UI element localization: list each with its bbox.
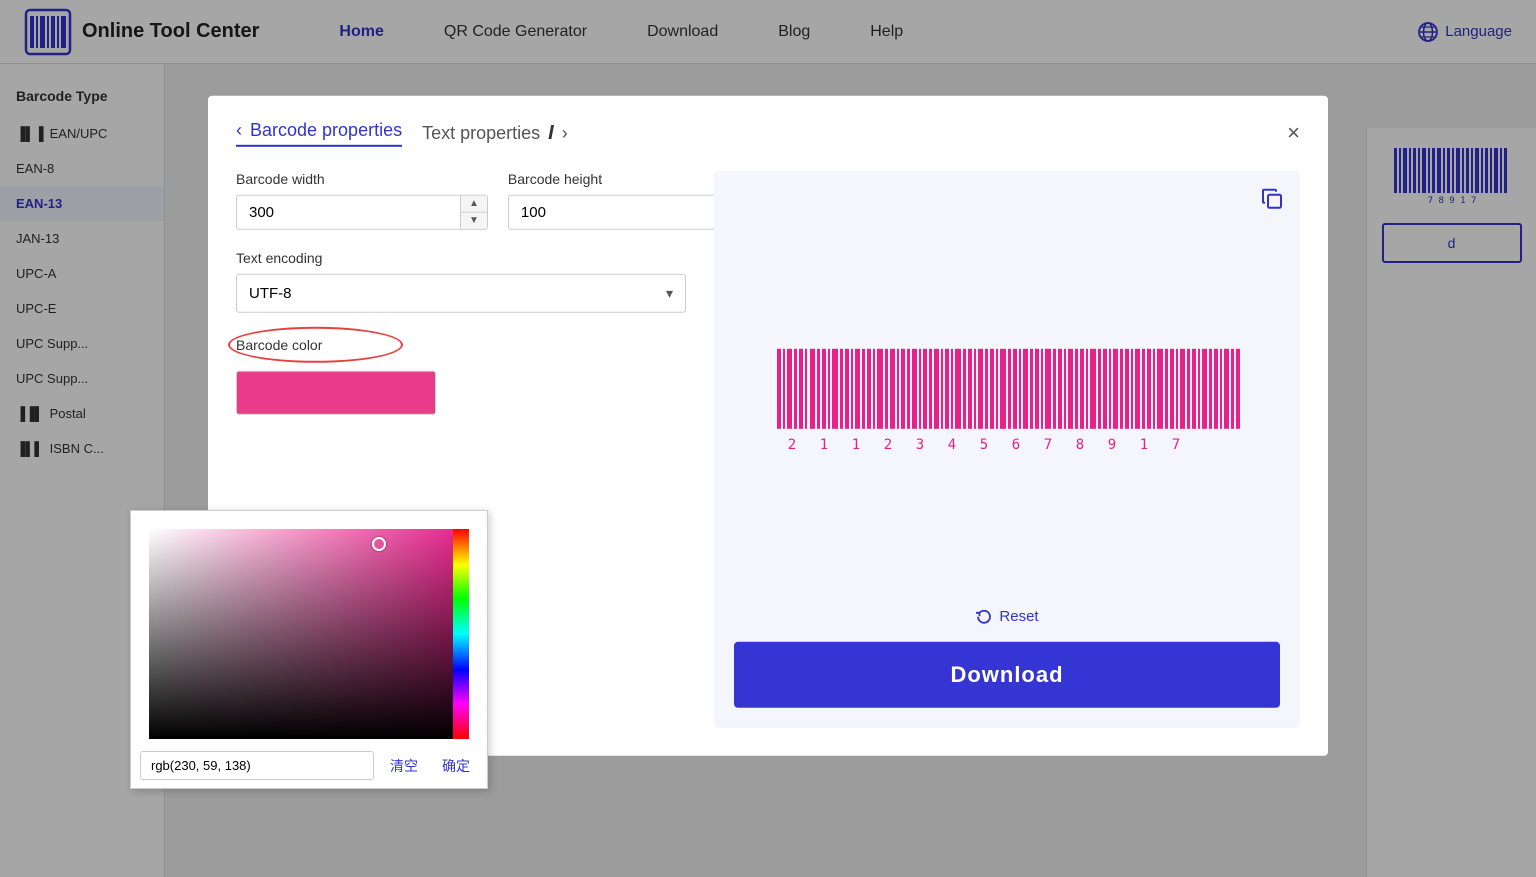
modal-preview-panel: 2 1 1 2 3 4 5 6 7 8 9 1 7 [714, 170, 1300, 727]
text-encoding-select-wrapper: UTF-8 ASCII ISO-8859-1 ▾ [236, 273, 686, 312]
barcode-width-spinner-btns: ▲ ▼ [460, 195, 487, 228]
cursor-icon: I [548, 121, 554, 144]
text-encoding-select[interactable]: UTF-8 ASCII ISO-8859-1 [237, 274, 654, 311]
svg-text:9: 9 [1108, 437, 1116, 453]
barcode-width-group: Barcode width 300 ▲ ▼ [236, 170, 488, 229]
svg-text:2: 2 [884, 437, 892, 453]
svg-text:7: 7 [1044, 437, 1052, 453]
svg-text:1: 1 [820, 437, 828, 453]
svg-text:5: 5 [980, 437, 988, 453]
reset-icon [975, 607, 993, 625]
svg-text:1: 1 [852, 437, 860, 453]
barcode-color-label: Barcode color [236, 336, 322, 352]
barcode-height-input[interactable]: 100 [509, 195, 732, 228]
barcode-svg-wrap: 2 1 1 2 3 4 5 6 7 8 9 1 7 [734, 324, 1280, 474]
svg-text:2: 2 [788, 437, 796, 453]
color-picker-canvas[interactable] [149, 529, 469, 739]
text-encoding-label: Text encoding [236, 249, 686, 265]
barcode-color-group: Barcode color [236, 332, 686, 358]
copy-icon[interactable] [1260, 186, 1284, 216]
svg-text:3: 3 [916, 437, 924, 453]
color-picker-footer: rgb(230, 59, 138) 清空 确定 [131, 745, 487, 788]
color-picker-popup: rgb(230, 59, 138) 清空 确定 [130, 510, 488, 789]
svg-text:7: 7 [1172, 437, 1180, 453]
color-picker-dot [372, 537, 386, 551]
barcode-width-up-button[interactable]: ▲ [461, 195, 487, 212]
barcode-width-input[interactable]: 300 [237, 195, 460, 228]
svg-text:8: 8 [1076, 437, 1084, 453]
modal-close-button[interactable]: × [1287, 119, 1300, 145]
barcode-width-label: Barcode width [236, 170, 488, 186]
form-row-dimensions: Barcode width 300 ▲ ▼ Barcode height 100 [236, 170, 686, 229]
svg-text:4: 4 [948, 437, 956, 453]
barcode-svg: 2 1 1 2 3 4 5 6 7 8 9 1 7 [767, 344, 1247, 454]
barcode-preview: 2 1 1 2 3 4 5 6 7 8 9 1 7 [734, 190, 1280, 607]
barcode-color-swatch[interactable] [236, 370, 436, 414]
tab-text-properties[interactable]: Text properties I › [422, 121, 568, 144]
svg-text:6: 6 [1012, 437, 1020, 453]
color-picker-hue-slider[interactable] [453, 529, 469, 739]
modal-header: ‹ Barcode properties Text properties I ›… [236, 119, 1300, 146]
color-picker-clear-button[interactable]: 清空 [382, 752, 426, 780]
barcode-width-spinner: 300 ▲ ▼ [236, 194, 488, 229]
chevron-left-icon: ‹ [236, 119, 242, 140]
download-button[interactable]: Download [734, 641, 1280, 707]
select-arrow-icon: ▾ [654, 284, 685, 301]
color-picker-value-input[interactable]: rgb(230, 59, 138) [140, 751, 374, 780]
text-encoding-group: Text encoding UTF-8 ASCII ISO-8859-1 ▾ [236, 249, 686, 312]
chevron-right-icon: › [562, 122, 568, 143]
tab-barcode-properties[interactable]: ‹ Barcode properties [236, 119, 402, 146]
reset-button[interactable]: Reset [975, 607, 1038, 625]
barcode-width-down-button[interactable]: ▼ [461, 212, 487, 228]
svg-text:1: 1 [1140, 437, 1148, 453]
color-picker-confirm-button[interactable]: 确定 [434, 752, 478, 780]
